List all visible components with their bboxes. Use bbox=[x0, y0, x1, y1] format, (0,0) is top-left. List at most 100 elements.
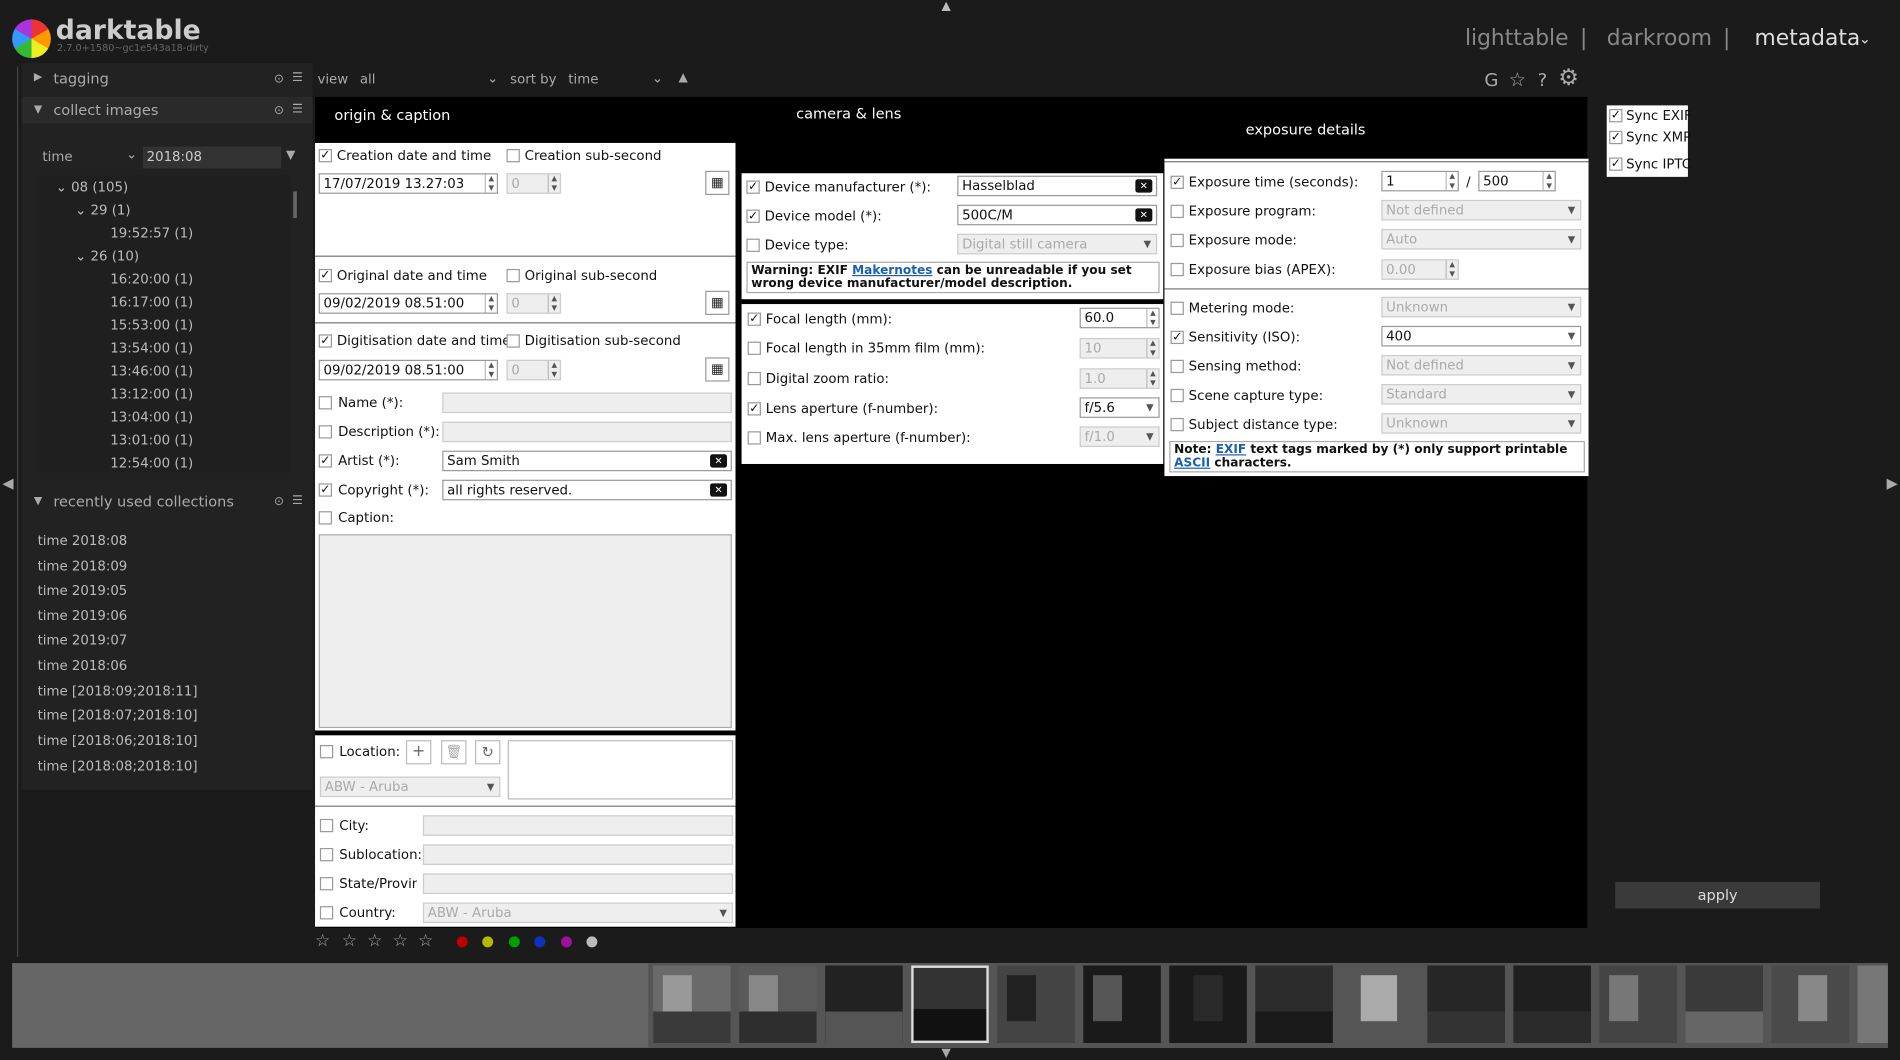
model-checkbox[interactable]: ✓ bbox=[746, 209, 760, 223]
collapse-icon[interactable]: ▼ bbox=[34, 104, 42, 116]
tree-item[interactable]: 19:52:57 (1) bbox=[110, 225, 193, 241]
copyright-checkbox[interactable]: ✓ bbox=[318, 483, 333, 497]
sublocation-checkbox[interactable] bbox=[319, 847, 334, 862]
location-checkbox[interactable] bbox=[319, 745, 334, 759]
digitisation-subsec-checkbox[interactable] bbox=[506, 334, 520, 348]
thumbnail[interactable] bbox=[1771, 965, 1850, 1044]
star-3-icon[interactable]: ☆ bbox=[367, 932, 382, 951]
thumbnail[interactable] bbox=[1427, 965, 1505, 1044]
program-checkbox[interactable] bbox=[1170, 204, 1184, 219]
iso-checkbox[interactable]: ✓ bbox=[1170, 330, 1184, 345]
recent-collection[interactable]: time 2018:09 bbox=[38, 558, 128, 574]
view-darkroom[interactable]: darkroom bbox=[1607, 25, 1712, 50]
exposure-num-input[interactable]: 1 ▲ ▼ bbox=[1381, 170, 1459, 192]
description-input[interactable] bbox=[442, 421, 732, 443]
tree-item[interactable]: 13:46:00 (1) bbox=[110, 363, 193, 379]
caption-checkbox[interactable] bbox=[318, 511, 333, 525]
right-panel-toggle-icon[interactable]: ▶ bbox=[1887, 475, 1898, 492]
sort-select[interactable]: time bbox=[568, 71, 598, 87]
name-checkbox[interactable] bbox=[318, 396, 333, 410]
zoom-input[interactable]: 1.0 ▲ ▼ bbox=[1079, 368, 1160, 389]
view-metadata[interactable]: metadata bbox=[1755, 25, 1861, 50]
makernotes-link[interactable]: Makernotes bbox=[852, 264, 932, 277]
original-date-input[interactable]: 09/02/2019 08.51:00 ▲ ▼ bbox=[318, 293, 499, 314]
presets-icon[interactable]: ☰ bbox=[292, 494, 303, 507]
max-aperture-checkbox[interactable] bbox=[747, 431, 761, 445]
thumbnail[interactable] bbox=[997, 965, 1075, 1044]
sort-order-icon[interactable]: ▲ bbox=[679, 71, 688, 84]
original-subsec-checkbox[interactable] bbox=[506, 268, 520, 283]
tree-item[interactable]: 15:53:00 (1) bbox=[110, 317, 193, 333]
creation-date-checkbox[interactable]: ✓ bbox=[318, 149, 333, 163]
zoom-checkbox[interactable] bbox=[747, 371, 761, 386]
reset-icon[interactable]: ⊙ bbox=[274, 73, 284, 86]
thumbnail[interactable] bbox=[1513, 965, 1591, 1044]
country-select[interactable]: ABW - Aruba ▼ bbox=[319, 776, 501, 798]
recent-collection[interactable]: time 2019:05 bbox=[38, 583, 128, 599]
tree-item[interactable]: 13:12:00 (1) bbox=[110, 386, 193, 402]
rule-menu-icon[interactable]: ▼ bbox=[286, 149, 295, 162]
creation-date-input[interactable]: 17/07/2019 13.27:03 ▲ ▼ bbox=[318, 173, 499, 194]
refresh-icon[interactable]: ↻ bbox=[474, 740, 501, 765]
thumbnail[interactable] bbox=[653, 965, 731, 1044]
recent-collection[interactable]: time 2018:08 bbox=[38, 533, 128, 549]
yellow-label-icon[interactable] bbox=[482, 936, 494, 948]
artist-checkbox[interactable]: ✓ bbox=[318, 454, 333, 468]
gear-icon[interactable]: ⚙ bbox=[1558, 64, 1579, 91]
name-input[interactable] bbox=[442, 392, 732, 414]
exposure-time-checkbox[interactable]: ✓ bbox=[1170, 175, 1184, 189]
location-list[interactable] bbox=[507, 740, 734, 800]
star-4-icon[interactable]: ☆ bbox=[393, 932, 408, 951]
thumbnail[interactable] bbox=[1255, 965, 1333, 1044]
scene-checkbox[interactable] bbox=[1170, 388, 1184, 403]
country-input[interactable]: ABW - Aruba ▼ bbox=[422, 902, 734, 924]
device-type-checkbox[interactable] bbox=[746, 238, 760, 252]
artist-input[interactable]: Sam Smith ✕ bbox=[442, 450, 732, 472]
bias-checkbox[interactable] bbox=[1170, 262, 1184, 277]
tree-item[interactable]: 13:54:00 (1) bbox=[110, 340, 193, 356]
sync-iptc-checkbox[interactable]: ✓ bbox=[1609, 157, 1623, 171]
thumbnail[interactable] bbox=[739, 965, 817, 1044]
recent-collection[interactable]: time 2019:06 bbox=[38, 608, 128, 624]
blue-label-icon[interactable] bbox=[534, 936, 546, 948]
distance-checkbox[interactable] bbox=[1170, 417, 1184, 432]
ascii-link[interactable]: ASCII bbox=[1174, 457, 1210, 470]
thumbnail[interactable] bbox=[1857, 965, 1888, 1044]
top-panel-toggle-icon[interactable]: ▲ bbox=[941, 0, 950, 13]
rule-field-select[interactable]: time bbox=[42, 149, 72, 165]
tree-item[interactable]: 13:04:00 (1) bbox=[110, 409, 193, 425]
clear-icon[interactable]: ✕ bbox=[710, 483, 728, 497]
presets-icon[interactable]: ☰ bbox=[292, 103, 303, 116]
thumbnail[interactable] bbox=[825, 965, 903, 1044]
gray-label-icon[interactable] bbox=[586, 936, 598, 948]
aperture-select[interactable]: f/5.6 ▼ bbox=[1079, 397, 1160, 418]
recent-collection[interactable]: time 2019:07 bbox=[38, 632, 128, 648]
chevron-down-icon[interactable]: ⌄ bbox=[652, 70, 663, 86]
thumbnail[interactable] bbox=[1341, 965, 1419, 1044]
digitisation-date-input[interactable]: 09/02/2019 08.51:00 ▲ ▼ bbox=[318, 359, 499, 381]
view-lighttable[interactable]: lighttable bbox=[1465, 25, 1569, 50]
aperture-checkbox[interactable]: ✓ bbox=[747, 402, 761, 416]
sublocation-input[interactable] bbox=[422, 844, 734, 865]
reset-icon[interactable]: ⊙ bbox=[274, 495, 284, 508]
creation-subsec-input[interactable]: 0 ▲ ▼ bbox=[506, 173, 562, 194]
clear-icon[interactable]: ✕ bbox=[1135, 208, 1153, 222]
state-checkbox[interactable] bbox=[319, 877, 334, 891]
sync-xmp-checkbox[interactable]: ✓ bbox=[1609, 130, 1623, 145]
sensing-checkbox[interactable] bbox=[1170, 359, 1184, 374]
thumbnail[interactable] bbox=[1685, 965, 1764, 1044]
iso-select[interactable]: 400 ▼ bbox=[1381, 325, 1582, 347]
recent-collection[interactable]: time [2018:09;2018:11] bbox=[38, 683, 198, 699]
recent-collection[interactable]: time [2018:08;2018:10] bbox=[38, 758, 198, 774]
left-panel-toggle-icon[interactable]: ◀ bbox=[2, 475, 13, 492]
thumbnail[interactable] bbox=[1083, 965, 1161, 1044]
city-input[interactable] bbox=[422, 815, 734, 836]
grouping-icon[interactable]: G bbox=[1484, 69, 1498, 91]
tree-item[interactable]: 16:17:00 (1) bbox=[110, 294, 193, 310]
thumbnail[interactable] bbox=[1169, 965, 1247, 1044]
distance-select[interactable]: Unknown ▼ bbox=[1381, 413, 1582, 434]
device-type-select[interactable]: Digital still camera ▼ bbox=[957, 233, 1158, 255]
clear-icon[interactable]: ✕ bbox=[710, 454, 728, 468]
chevron-down-icon[interactable]: ⌄ bbox=[126, 147, 137, 163]
creation-subsec-checkbox[interactable] bbox=[506, 149, 520, 163]
